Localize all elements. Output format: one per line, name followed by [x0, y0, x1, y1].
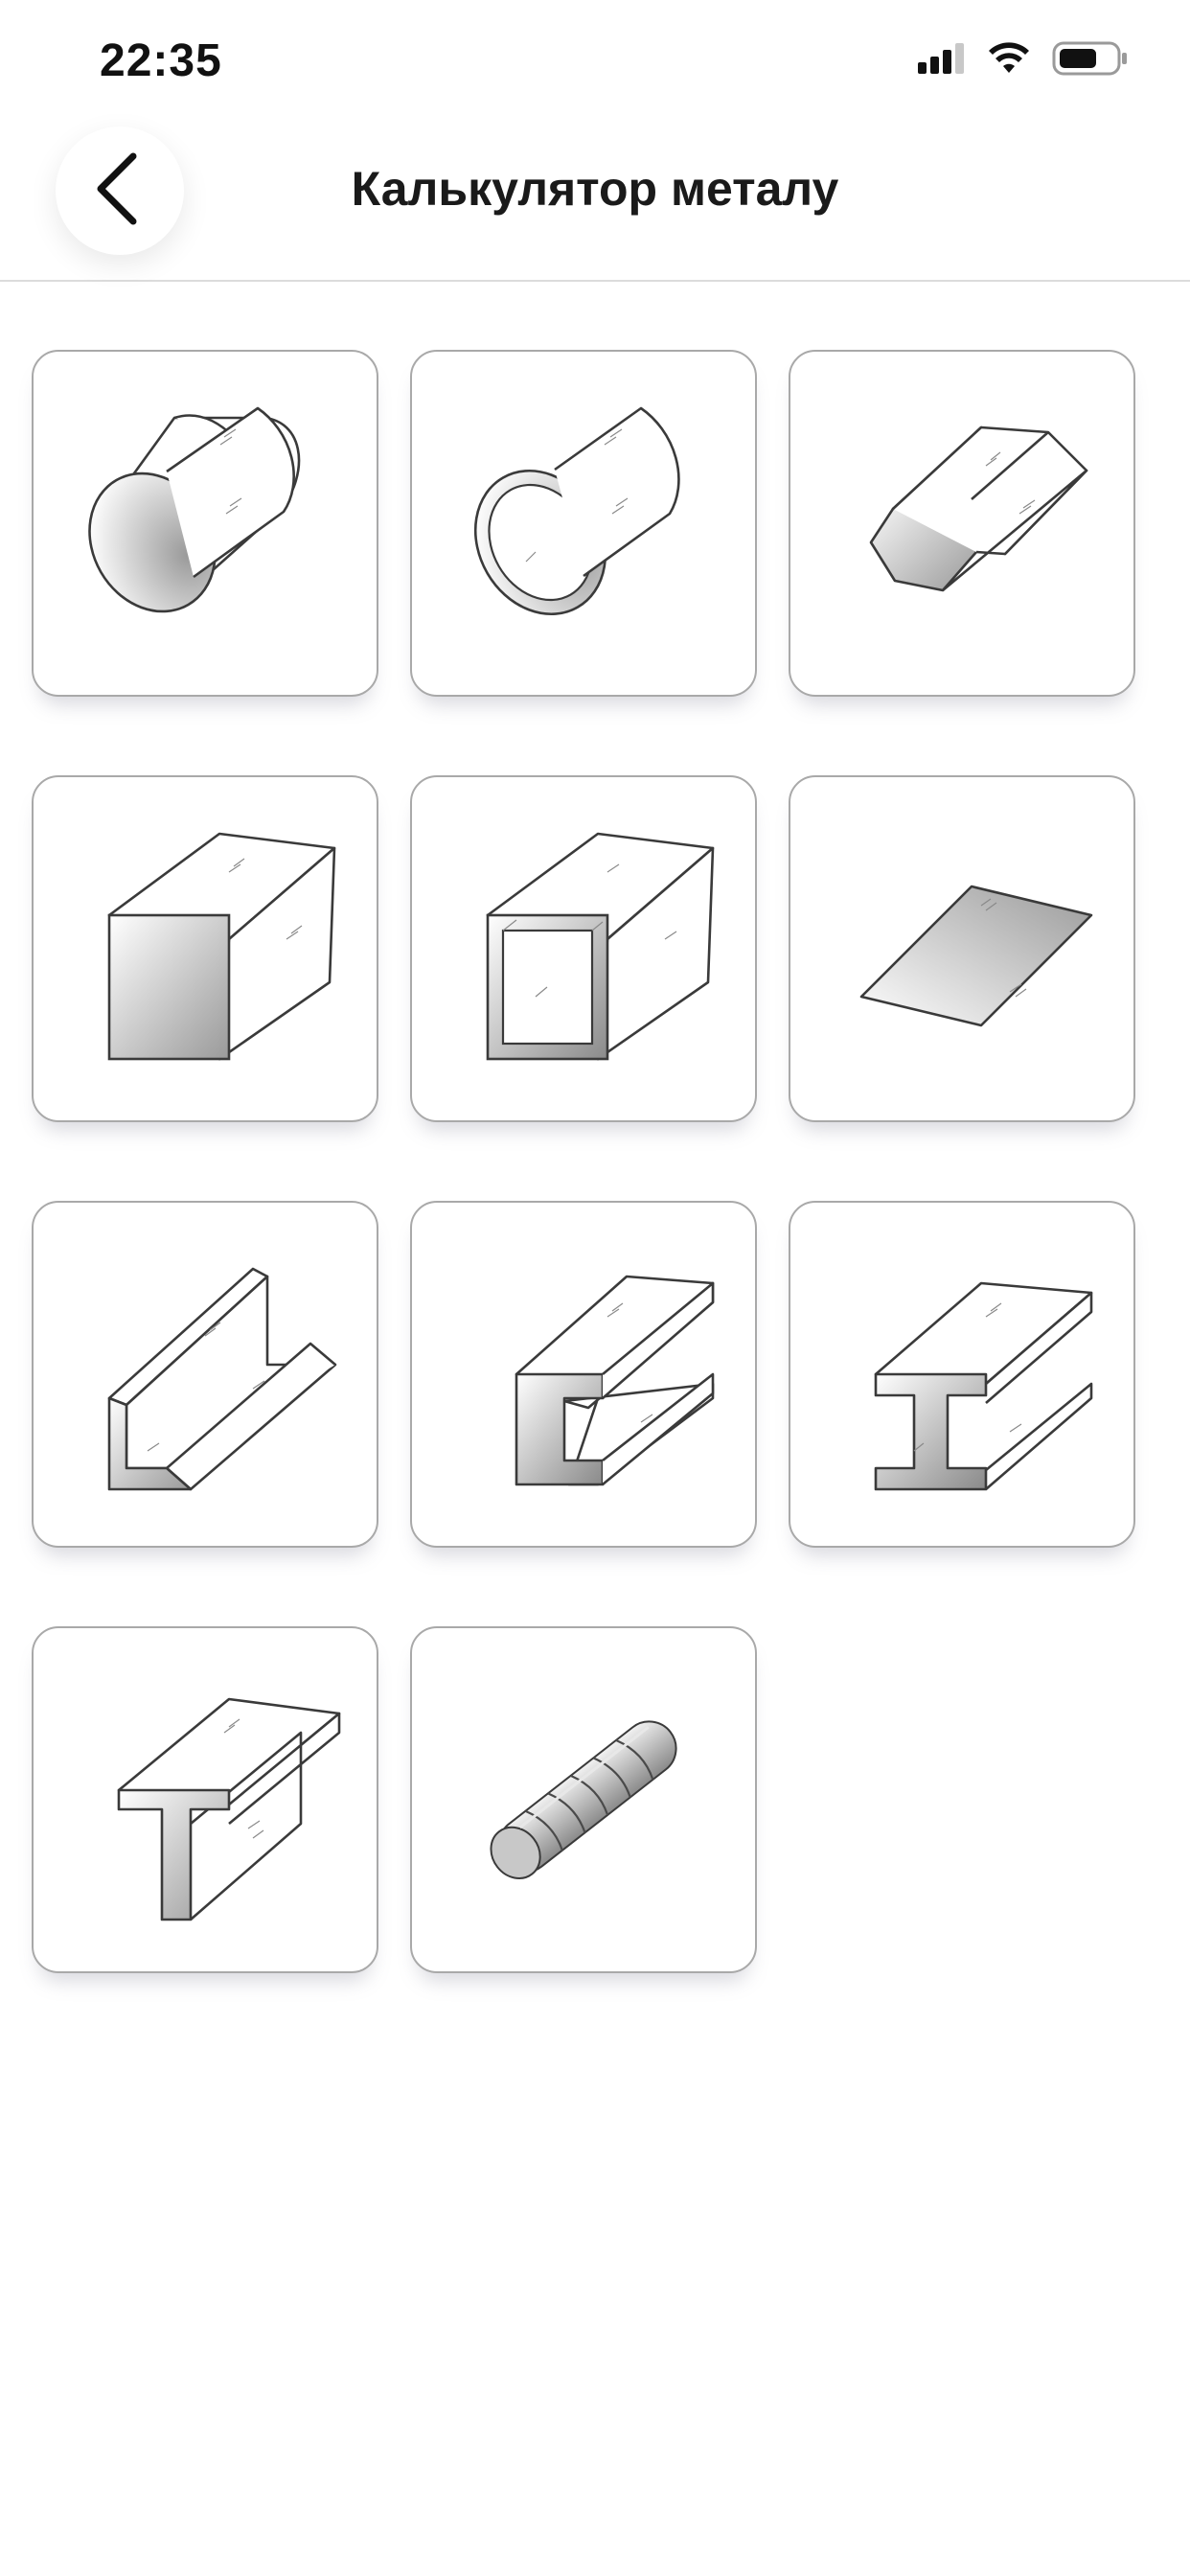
tile-rebar[interactable]	[410, 1626, 757, 1973]
square-pipe-icon	[486, 832, 715, 1061]
tile-square-bar[interactable]	[32, 775, 378, 1122]
header: Калькулятор металу	[0, 126, 1190, 282]
cellular-signal-icon	[916, 41, 966, 80]
round-bar-icon	[88, 406, 301, 613]
tile-t-bar[interactable]	[32, 1626, 378, 1973]
channel-icon	[515, 1275, 715, 1486]
round-pipe-icon	[473, 406, 680, 616]
tile-sheet[interactable]	[789, 775, 1135, 1122]
angle-icon	[107, 1267, 337, 1491]
tile-channel[interactable]	[410, 1201, 757, 1548]
tile-i-beam[interactable]	[789, 1201, 1135, 1548]
t-bar-icon	[117, 1697, 341, 1921]
battery-icon	[1052, 40, 1129, 81]
square-bar-icon	[107, 832, 336, 1061]
tile-square-pipe[interactable]	[410, 775, 757, 1122]
status-icons	[916, 40, 1129, 81]
status-time: 22:35	[100, 35, 222, 86]
hexagon-bar-icon	[869, 426, 1088, 592]
status-bar: 22:35	[0, 0, 1190, 126]
tile-hexagon-bar[interactable]	[789, 350, 1135, 697]
tile-round-bar[interactable]	[32, 350, 378, 697]
i-beam-icon	[874, 1281, 1093, 1491]
wifi-icon	[987, 41, 1031, 80]
tile-angle[interactable]	[32, 1201, 378, 1548]
page-title: Калькулятор металу	[351, 162, 839, 216]
tile-round-pipe[interactable]	[410, 350, 757, 697]
rebar-icon	[490, 1720, 677, 1879]
sheet-icon	[859, 885, 1093, 1027]
